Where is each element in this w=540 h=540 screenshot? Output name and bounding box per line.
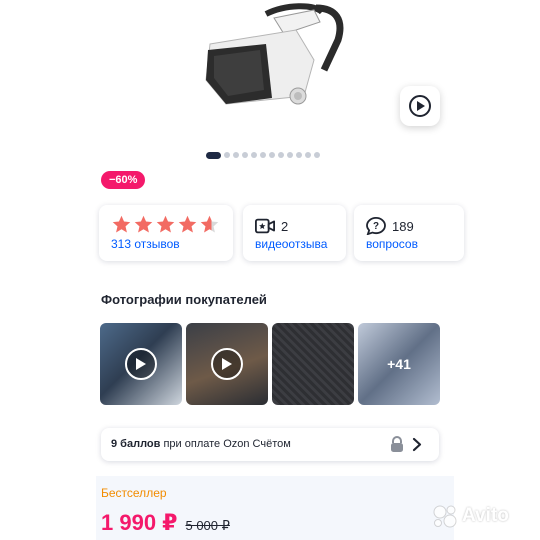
vr-headset-image	[205, 3, 344, 105]
play-icon	[409, 95, 431, 117]
bonus-text: 9 баллов при оплате Ozon Счётом	[111, 438, 291, 450]
questions-card[interactable]: ? 189 вопросов	[354, 205, 464, 261]
customer-video-thumbnail[interactable]	[100, 323, 182, 405]
play-icon	[125, 348, 157, 380]
video-reviews-card[interactable]: 2 видеоотзыва	[243, 205, 346, 261]
pagination-dot[interactable]	[242, 152, 248, 158]
pagination-dot[interactable]	[278, 152, 284, 158]
customer-photos-title: Фотографии покупателей	[101, 292, 267, 307]
pagination-dot[interactable]	[269, 152, 275, 158]
video-play-button[interactable]	[400, 86, 440, 126]
svg-text:?: ?	[373, 221, 379, 232]
chevron-right-icon[interactable]	[411, 437, 423, 452]
bonus-points: 9 баллов	[111, 438, 161, 450]
reviews-card[interactable]: 313 отзывов	[99, 205, 233, 261]
pagination-dot[interactable]	[296, 152, 302, 158]
product-gallery[interactable]	[96, 0, 454, 148]
star-icon	[134, 215, 153, 233]
more-photos-count: +41	[358, 323, 440, 405]
pagination-dot[interactable]	[233, 152, 239, 158]
reviews-count-label[interactable]: 313 отзывов	[111, 237, 180, 251]
customer-video-thumbnail[interactable]	[186, 323, 268, 405]
pagination-dot[interactable]	[314, 152, 320, 158]
pagination-dot[interactable]	[251, 152, 257, 158]
avito-wordmark: Avito	[462, 505, 509, 526]
bestseller-badge: Бестселлер	[101, 486, 167, 500]
old-price: 5 000 ₽	[185, 518, 230, 533]
current-price: 1 990 ₽	[101, 510, 178, 535]
customer-photo-thumbnail-more[interactable]: +41	[358, 323, 440, 405]
questions-label[interactable]: вопросов	[366, 237, 418, 251]
pagination-dot-active[interactable]	[206, 151, 221, 159]
pagination-dot[interactable]	[224, 152, 230, 158]
avito-watermark: Avito	[432, 504, 509, 528]
pagination-dot[interactable]	[287, 152, 293, 158]
play-icon	[211, 348, 243, 380]
question-bubble-icon: ?	[366, 217, 386, 235]
product-stats: 313 отзывов 2 видеоотзыва ? 189 вопросов	[96, 200, 464, 272]
customer-photo-thumbnail[interactable]	[272, 323, 354, 405]
video-review-label[interactable]: видеоотзыва	[255, 237, 327, 251]
price-row: 1 990 ₽ 5 000 ₽	[101, 510, 230, 536]
star-icon	[156, 215, 175, 233]
customer-photos-strip: +41	[100, 323, 454, 405]
rating-stars	[111, 214, 220, 235]
avito-logo-icon	[433, 505, 457, 528]
price-section: Бестселлер 1 990 ₽ 5 000 ₽	[96, 476, 454, 540]
star-icon	[178, 215, 197, 233]
ozon-card-bonus-banner[interactable]: 9 баллов при оплате Ozon Счётом	[101, 428, 439, 461]
questions-count: 189	[392, 219, 414, 234]
video-review-icon	[255, 218, 275, 234]
pagination-dot[interactable]	[260, 152, 266, 158]
video-review-count: 2	[281, 219, 289, 234]
lock-icon	[391, 436, 403, 452]
bonus-condition: при оплате Ozon Счётом	[163, 438, 291, 450]
star-half-icon	[200, 215, 219, 233]
discount-badge: −60%	[101, 171, 146, 189]
gallery-pagination	[206, 151, 320, 159]
pagination-dot[interactable]	[305, 152, 311, 158]
star-icon	[112, 215, 131, 233]
